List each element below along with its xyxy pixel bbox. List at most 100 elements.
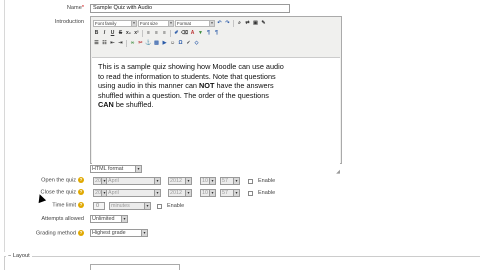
chevron-down-icon: ▾ — [154, 190, 160, 196]
chevron-down-icon: ▾ — [185, 178, 191, 184]
rtl-icon[interactable]: ¶ — [213, 30, 220, 37]
grading-label: Grading method? — [35, 230, 84, 237]
chevron-down-icon: ▾ — [233, 190, 239, 196]
close-enable-checkbox[interactable] — [248, 191, 253, 196]
align-left-icon[interactable]: ≡ — [145, 30, 152, 37]
open-enable-checkbox[interactable] — [248, 179, 253, 184]
indent-icon[interactable]: ⇥ — [117, 40, 124, 47]
time-limit-unit-select: minutes ▾ — [109, 202, 151, 210]
introduction-label: Introduction — [54, 19, 84, 25]
time-limit-label: Time limit? — [52, 202, 84, 209]
cleanup-icon[interactable]: ✎ — [260, 20, 267, 27]
fullscreen-icon[interactable]: ▣ — [252, 20, 259, 27]
emoticon-icon[interactable]: ☺ — [169, 40, 176, 47]
open-enable-label: Enable — [258, 178, 276, 184]
intro-line-5: CAN be shuffled. — [98, 100, 154, 109]
close-minute-select: 57 ▾ — [220, 189, 240, 197]
help-icon[interactable]: ? — [78, 230, 84, 236]
time-limit-input: 0 — [93, 202, 105, 210]
close-quiz-label: Close the quiz? — [40, 189, 84, 196]
chevron-down-icon: ▾ — [209, 21, 214, 26]
toolbar-separator — [126, 40, 127, 47]
ltr-icon[interactable]: ¶ — [205, 30, 212, 37]
editor-toolbar-row-2: B I U S x₂ x² ≡ ≡ ≡ ✐ ⌫ A ▼ ¶ ¶ — [93, 29, 220, 38]
clear-formatting-icon[interactable]: ⌫ — [181, 30, 188, 37]
toolbar-separator — [170, 30, 171, 37]
introduction-editor: Font family ▾ Font size ▾ Format ▾ ↶ ↷ ⌕ ⇄ … — [90, 16, 342, 175]
time-limit-enable-label: Enable — [167, 203, 185, 209]
align-center-icon[interactable]: ≡ — [153, 30, 160, 37]
close-month-select: April ▾ — [106, 189, 161, 197]
find-icon[interactable]: ⌕ — [236, 20, 243, 27]
intro-line-3: using audio in this manner can NOT have … — [98, 81, 274, 90]
quiz-settings-page: Name* Sample Quiz with Audio Introductio… — [0, 0, 480, 270]
editor-toolbar-row-1: Font family ▾ Font size ▾ Format ▾ ↶ ↷ ⌕ ⇄ … — [93, 19, 267, 28]
toolbar-separator — [233, 20, 234, 27]
help-icon[interactable]: ? — [78, 189, 84, 195]
format-type-select[interactable]: HTML format ▾ — [90, 165, 142, 173]
image-icon[interactable]: ▧ — [153, 40, 160, 47]
layout-legend: − Layout — [6, 253, 32, 259]
replace-icon[interactable]: ⇄ — [244, 20, 251, 27]
redo-icon[interactable]: ↷ — [224, 20, 231, 27]
intro-line-2: to read the information to students. Not… — [98, 71, 276, 81]
strikethrough-icon[interactable]: S — [117, 30, 124, 37]
italic-icon[interactable]: I — [101, 30, 108, 37]
open-quiz-label: Open the quiz? — [41, 177, 84, 184]
outdent-icon[interactable]: ⇤ — [109, 40, 116, 47]
chevron-down-icon: ▾ — [233, 178, 239, 184]
subscript-icon[interactable]: x₂ — [125, 30, 132, 37]
intro-line-1: This is a sample quiz showing how Moodle… — [98, 62, 284, 71]
spellcheck-icon[interactable]: ✓ — [185, 40, 192, 47]
help-icon[interactable]: ? — [78, 177, 84, 183]
time-limit-enable-checkbox[interactable] — [157, 204, 162, 209]
link-icon[interactable]: ∞ — [129, 40, 136, 47]
attempts-label: Attempts allowed — [41, 216, 84, 222]
html-source-icon[interactable]: ◇ — [193, 40, 200, 47]
underline-icon[interactable]: U — [109, 30, 116, 37]
open-year-select: 2012 ▾ — [168, 177, 192, 185]
special-char-icon[interactable]: Ω — [177, 40, 184, 47]
anchor-icon[interactable]: ⚓ — [145, 40, 152, 47]
introduction-textarea[interactable]: This is a sample quiz showing how Moodle… — [92, 57, 340, 167]
layout-fieldset-border-left — [4, 256, 5, 270]
chevron-down-icon: ▾ — [141, 230, 147, 236]
align-right-icon[interactable]: ≡ — [161, 30, 168, 37]
help-icon[interactable]: ? — [78, 202, 84, 208]
close-enable-label: Enable — [258, 190, 276, 196]
editor-toolbar-row-3: ☰ ☷ ⇤ ⇥ ∞ ✂ ⚓ ▧ ▶ ☺ Ω ✓ ◇ — [93, 39, 200, 48]
font-size-select[interactable]: Font size ▾ — [138, 20, 174, 27]
undo-icon[interactable]: ↶ — [216, 20, 223, 27]
text-color-icon[interactable]: A — [189, 30, 196, 37]
bullet-list-icon[interactable]: ☰ — [93, 40, 100, 47]
chevron-down-icon: ▾ — [209, 178, 215, 184]
chevron-down-icon: ▾ — [121, 216, 127, 222]
toolbar-separator — [142, 30, 143, 37]
numbered-list-icon[interactable]: ☷ — [101, 40, 108, 47]
format-select[interactable]: Format ▾ — [175, 20, 215, 27]
name-input[interactable]: Sample Quiz with Audio — [90, 4, 290, 13]
close-hour-select: 10 ▾ — [200, 189, 216, 197]
superscript-icon[interactable]: x² — [133, 30, 140, 37]
name-label: Name* — [66, 5, 84, 11]
open-hour-select: 10 ▾ — [200, 177, 216, 185]
open-minute-select: 57 ▾ — [220, 177, 240, 185]
grading-select[interactable]: Highest grade ▾ — [90, 229, 148, 237]
chevron-down-icon: ▾ — [168, 21, 173, 26]
chevron-down-icon: ▾ — [135, 166, 141, 172]
edit-icon[interactable]: ✐ — [173, 30, 180, 37]
attempts-select[interactable]: Unlimited ▾ — [90, 215, 128, 223]
media-icon[interactable]: ▶ — [161, 40, 168, 47]
chevron-down-icon: ▾ — [154, 178, 160, 184]
layout-select[interactable] — [90, 264, 180, 270]
open-month-select: April ▾ — [106, 177, 161, 185]
font-family-select[interactable]: Font family ▾ — [93, 20, 137, 27]
chevron-down-icon: ▾ — [144, 203, 150, 209]
unlink-icon[interactable]: ✂ — [137, 40, 144, 47]
chevron-down-icon: ▾ — [185, 190, 191, 196]
resize-grip-icon[interactable]: ◢ — [336, 169, 340, 175]
bold-icon[interactable]: B — [93, 30, 100, 37]
layout-fieldset-border — [4, 256, 480, 257]
chevron-down-icon: ▾ — [131, 21, 136, 26]
background-color-icon[interactable]: ▼ — [197, 30, 204, 37]
